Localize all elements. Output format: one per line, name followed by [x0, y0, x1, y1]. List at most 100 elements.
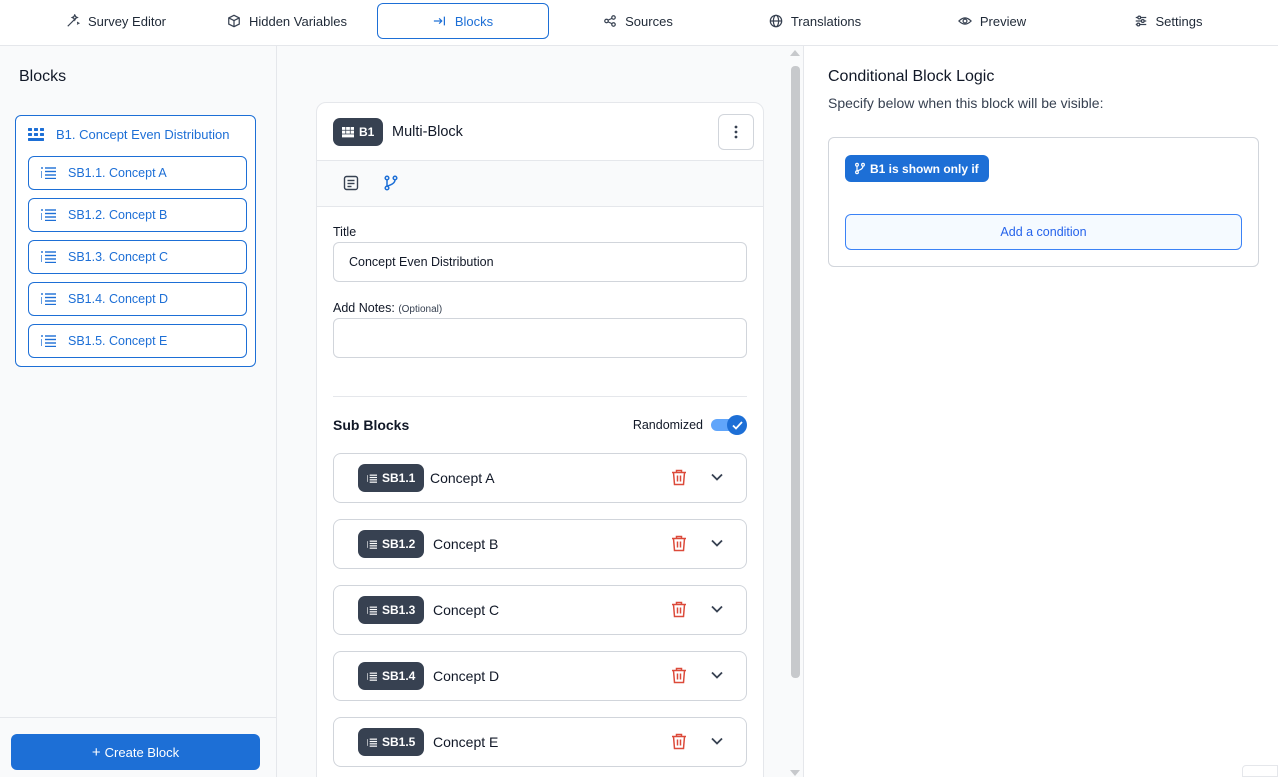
- block-badge: B1: [333, 118, 384, 146]
- chevron-down-icon[interactable]: [711, 737, 723, 745]
- list-indent-icon: [367, 606, 377, 615]
- list-indent-icon: [367, 540, 377, 549]
- tab-translations[interactable]: Translations: [755, 3, 875, 39]
- tab-label: Blocks: [454, 13, 494, 29]
- list-indent-icon: [367, 738, 377, 747]
- sidebar-item-sb1-3[interactable]: SB1.3. Concept C: [28, 240, 247, 274]
- tab-label: Settings: [1155, 13, 1203, 29]
- list-indent-icon: [367, 672, 377, 681]
- share-nodes-icon: [604, 15, 617, 27]
- create-block-button[interactable]: + Create Block: [11, 734, 260, 770]
- visibility-condition-pill: B1 is shown only if: [845, 155, 989, 182]
- title-input-value: Concept Even Distribution: [349, 255, 494, 269]
- sidebar-item-sb1-2[interactable]: SB1.2. Concept B: [28, 198, 247, 232]
- scroll-up-arrow[interactable]: [790, 50, 800, 56]
- document-icon: [343, 175, 359, 191]
- trash-icon[interactable]: [671, 601, 687, 618]
- block-subtabs: [317, 161, 763, 207]
- tab-details[interactable]: [343, 175, 361, 193]
- sub-block-name: Concept C: [433, 602, 500, 618]
- sidebar-item-sb1-1[interactable]: SB1.1. Concept A: [28, 156, 247, 190]
- sub-block-badge-label: SB1.4: [382, 669, 416, 683]
- sidebar-item-label: SB1.1. Concept A: [68, 166, 167, 180]
- git-branch-icon: [855, 162, 865, 175]
- scrollbar-thumb[interactable]: [791, 66, 800, 678]
- block-card-header: B1 Multi-Block: [317, 103, 763, 161]
- grid-icon: [342, 126, 354, 137]
- list-indent-icon: [41, 167, 56, 179]
- chevron-down-icon[interactable]: [711, 473, 723, 481]
- sub-block-badge: SB1.3: [358, 596, 425, 624]
- more-options-button[interactable]: [718, 114, 754, 150]
- magic-wand-icon: [67, 14, 80, 27]
- tab-settings[interactable]: Settings: [1118, 3, 1218, 39]
- logic-subtitle: Specify below when this block will be vi…: [828, 95, 1104, 111]
- sub-block-name: Concept E: [433, 734, 499, 750]
- tab-preview[interactable]: Preview: [942, 3, 1042, 39]
- notes-input[interactable]: [333, 318, 747, 358]
- sidebar-footer: + Create Block: [0, 717, 276, 777]
- blocks-sidebar: Blocks B1. Concept Even Distribution SB1…: [0, 46, 277, 777]
- trash-icon[interactable]: [671, 733, 687, 750]
- sub-block-badge-label: SB1.3: [382, 603, 416, 617]
- list-indent-icon: [367, 474, 377, 483]
- check-icon: [731, 420, 743, 430]
- title-input[interactable]: Concept Even Distribution: [333, 242, 747, 282]
- optional-hint: (Optional): [398, 304, 443, 315]
- trash-icon[interactable]: [671, 535, 687, 552]
- sub-block-row[interactable]: SB1.1 Concept A: [333, 453, 747, 503]
- scroll-down-arrow[interactable]: [790, 770, 800, 776]
- chevron-down-icon[interactable]: [711, 605, 723, 613]
- logic-card: B1 is shown only if Add a condition: [828, 137, 1259, 267]
- list-indent-icon: [41, 251, 56, 263]
- tab-survey-editor[interactable]: Survey Editor: [50, 3, 182, 39]
- sub-block-name: Concept B: [433, 536, 499, 552]
- tab-label: Survey Editor: [87, 13, 167, 29]
- plus-icon: +: [91, 743, 101, 761]
- sidebar-item-sb1-5[interactable]: SB1.5. Concept E: [28, 324, 247, 358]
- divider: [333, 396, 747, 397]
- sidebar-item-label: SB1.4. Concept D: [68, 292, 169, 306]
- tab-sources[interactable]: Sources: [590, 3, 686, 39]
- tab-label: Sources: [625, 13, 673, 29]
- corner-widget: [1242, 765, 1278, 777]
- kebab-icon: [734, 125, 738, 139]
- sub-block-row[interactable]: SB1.5 Concept E: [333, 717, 747, 767]
- sub-block-badge: SB1.5: [358, 728, 425, 756]
- randomized-label: Randomized: [632, 418, 703, 432]
- arrow-to-line-icon: [433, 16, 445, 26]
- chevron-down-icon[interactable]: [711, 671, 723, 679]
- sub-blocks-title: Sub Blocks: [333, 417, 410, 433]
- trash-icon[interactable]: [671, 667, 687, 684]
- trash-icon[interactable]: [671, 469, 687, 486]
- sidebar-block-b1[interactable]: B1. Concept Even Distribution: [28, 127, 229, 142]
- title-label: Title: [333, 225, 357, 239]
- sub-block-badge: SB1.4: [358, 662, 425, 690]
- list-indent-icon: [41, 209, 56, 221]
- sidebar-title: Blocks: [19, 68, 67, 85]
- globe-icon: [769, 14, 783, 28]
- block-card: B1 Multi-Block Title Concept Even Distri…: [316, 102, 764, 777]
- top-nav: Survey Editor Hidden Variables Blocks So…: [0, 0, 1278, 46]
- sub-block-badge-label: SB1.5: [382, 735, 416, 749]
- tab-logic[interactable]: [383, 175, 401, 193]
- chevron-down-icon[interactable]: [711, 539, 723, 547]
- tab-hidden-variables[interactable]: Hidden Variables: [214, 3, 360, 39]
- tab-label: Hidden Variables: [248, 13, 348, 29]
- randomized-toggle[interactable]: [711, 415, 747, 435]
- add-condition-button[interactable]: Add a condition: [845, 214, 1242, 250]
- sidebar-item-label: SB1.2. Concept B: [68, 208, 168, 222]
- sub-block-row[interactable]: SB1.3 Concept C: [333, 585, 747, 635]
- sub-block-name: Concept D: [433, 668, 500, 684]
- eye-icon: [957, 17, 972, 25]
- sidebar-item-sb1-4[interactable]: SB1.4. Concept D: [28, 282, 247, 316]
- sliders-icon: [1135, 15, 1146, 27]
- sidebar-item-label: SB1.5. Concept E: [68, 334, 168, 348]
- randomized-control: Randomized: [633, 415, 747, 435]
- sub-block-row[interactable]: SB1.4 Concept D: [333, 651, 747, 701]
- sub-block-row[interactable]: SB1.2 Concept B: [333, 519, 747, 569]
- create-block-label: Create Block: [104, 744, 180, 760]
- tab-blocks[interactable]: Blocks: [377, 3, 549, 39]
- sidebar-item-label: SB1.3. Concept C: [68, 250, 169, 264]
- list-indent-icon: [41, 293, 56, 305]
